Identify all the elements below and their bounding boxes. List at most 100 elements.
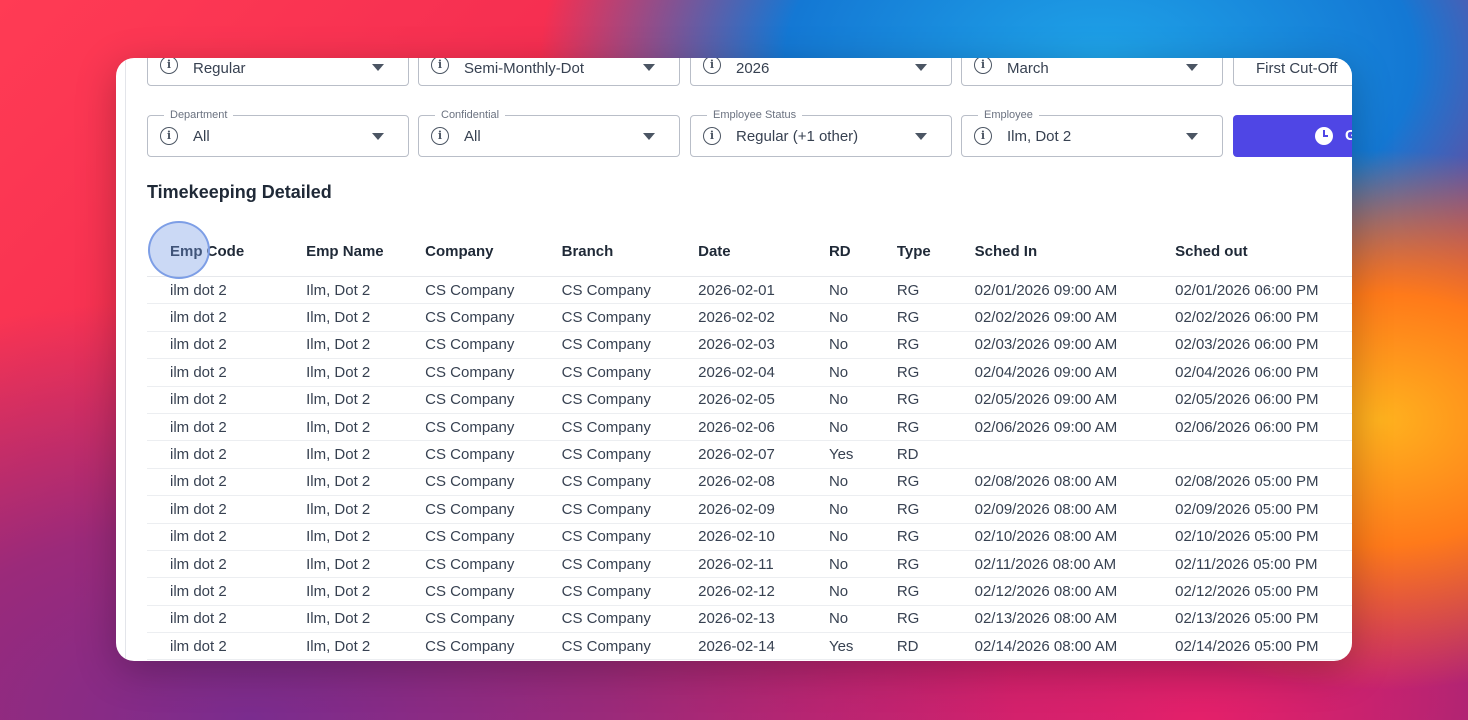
cell-emp-code: ilm dot 2 (147, 386, 307, 414)
cell-emp-code: ilm dot 2 (147, 413, 307, 442)
cell-rd: No (828, 523, 897, 551)
cell-rd: No (828, 605, 897, 634)
cell-branch: CS Company (561, 577, 699, 606)
cell-sched-in: 02/06/2026 09:00 AM (974, 413, 1176, 442)
cell-emp-name: Ilm, Dot 2 (306, 605, 426, 634)
column-header-sched-out[interactable]: Sched out (1175, 226, 1352, 277)
table-row[interactable]: ilm dot 2 Ilm, Dot 2 CS Company CS Company 2… (147, 632, 1352, 661)
year-value: 2026 (736, 60, 770, 77)
cell-emp-code: ilm dot 2 (147, 577, 307, 606)
clock-icon (1315, 127, 1333, 145)
cell-emp-code: ilm dot 2 (147, 605, 307, 634)
info-icon: i (160, 127, 178, 145)
cell-company: CS Company (425, 605, 562, 634)
cell-type: RG (896, 468, 975, 497)
table-row[interactable]: ilm dot 2 Ilm, Dot 2 CS Company CS Company 2… (147, 605, 1352, 634)
table-row[interactable]: ilm dot 2 Ilm, Dot 2 CS Company CS Company 2… (147, 413, 1352, 442)
chevron-down-icon (915, 133, 927, 140)
chevron-down-icon (1186, 64, 1198, 71)
cell-rd: No (828, 550, 897, 579)
column-header-date[interactable]: Date (698, 226, 829, 277)
table-row[interactable]: ilm dot 2 Ilm, Dot 2 CS Company CS Company 2… (147, 386, 1352, 414)
cell-type: RG (896, 550, 975, 579)
employee-select[interactable]: Employee i Ilm, Dot 2 (961, 108, 1223, 157)
employee-status-label: Employee Status (707, 108, 803, 122)
department-value: All (193, 128, 210, 145)
column-header-company[interactable]: Company (425, 226, 562, 277)
cell-date: 2026-02-02 (698, 303, 829, 332)
cell-emp-code: ilm dot 2 (147, 550, 307, 579)
cell-emp-code: ilm dot 2 (147, 632, 307, 661)
cell-company: CS Company (425, 276, 562, 305)
cell-sched-out: 02/08/2026 05:00 PM (1175, 468, 1352, 497)
cell-emp-name: Ilm, Dot 2 (306, 276, 426, 305)
cell-company: CS Company (425, 632, 562, 661)
payroll-type-select[interactable]: i Regular (147, 58, 409, 86)
pay-frequency-select[interactable]: i Semi-Monthly-Dot (418, 58, 680, 86)
confidential-label: Confidential (435, 108, 506, 122)
table-row[interactable]: ilm dot 2 Ilm, Dot 2 CS Company CS Company 2… (147, 577, 1352, 606)
generate-button[interactable]: G (1233, 115, 1352, 157)
column-header-branch[interactable]: Branch (561, 226, 699, 277)
table-row[interactable]: ilm dot 2 Ilm, Dot 2 CS Company CS Company 2… (147, 276, 1352, 305)
cell-emp-code: ilm dot 2 (147, 331, 307, 360)
cell-emp-code: ilm dot 2 (147, 303, 307, 332)
confidential-select[interactable]: Confidential i All (418, 108, 680, 157)
table-row[interactable]: ilm dot 2 Ilm, Dot 2 CS Company CS Company 2… (147, 523, 1352, 551)
year-select[interactable]: i 2026 (690, 58, 952, 86)
column-header-rd[interactable]: RD (828, 226, 897, 277)
table-row[interactable]: ilm dot 2 Ilm, Dot 2 CS Company CS Company 2… (147, 331, 1352, 360)
info-icon: i (160, 58, 178, 74)
table-row[interactable]: ilm dot 2 Ilm, Dot 2 CS Company CS Company 2… (147, 440, 1352, 469)
cell-date: 2026-02-09 (698, 495, 829, 524)
cell-branch: CS Company (561, 331, 699, 360)
cell-sched-in: 02/12/2026 08:00 AM (974, 577, 1176, 606)
table-row[interactable]: ilm dot 2 Ilm, Dot 2 CS Company CS Company 2… (147, 550, 1352, 579)
column-header-sched-in[interactable]: Sched In (974, 226, 1176, 277)
timekeeping-table: Emp Code Emp Name Company Branch Date RD… (147, 226, 1352, 661)
cell-branch: CS Company (561, 468, 699, 497)
cutoff-select[interactable]: First Cut-Off (1233, 58, 1352, 86)
cell-date: 2026-02-01 (698, 276, 829, 305)
cell-type: RG (896, 303, 975, 332)
chevron-down-icon (915, 64, 927, 71)
cell-date: 2026-02-13 (698, 605, 829, 634)
table-row[interactable]: ilm dot 2 Ilm, Dot 2 CS Company CS Company 2… (147, 303, 1352, 332)
month-select[interactable]: i March (961, 58, 1223, 86)
cell-date: 2026-02-04 (698, 358, 829, 387)
cell-sched-out: 02/12/2026 05:00 PM (1175, 577, 1352, 606)
cell-type: RG (896, 605, 975, 634)
cell-branch: CS Company (561, 523, 699, 551)
cell-branch: CS Company (561, 632, 699, 661)
cell-emp-code: ilm dot 2 (147, 468, 307, 497)
cell-company: CS Company (425, 386, 562, 414)
cell-branch: CS Company (561, 276, 699, 305)
table-row[interactable]: ilm dot 2 Ilm, Dot 2 CS Company CS Company 2… (147, 468, 1352, 497)
cell-sched-out (1175, 440, 1352, 469)
cell-date: 2026-02-12 (698, 577, 829, 606)
cell-rd: No (828, 495, 897, 524)
generate-button-label: G (1345, 127, 1352, 144)
cell-emp-name: Ilm, Dot 2 (306, 495, 426, 524)
cell-emp-name: Ilm, Dot 2 (306, 468, 426, 497)
cell-sched-out: 02/01/2026 06:00 PM (1175, 276, 1352, 305)
department-select[interactable]: Department i All (147, 108, 409, 157)
cell-sched-out: 02/10/2026 05:00 PM (1175, 523, 1352, 551)
column-header-emp-code[interactable]: Emp Code (147, 226, 307, 277)
column-header-emp-name[interactable]: Emp Name (306, 226, 426, 277)
cell-rd: No (828, 331, 897, 360)
cell-sched-in: 02/09/2026 08:00 AM (974, 495, 1176, 524)
cell-sched-out: 02/06/2026 06:00 PM (1175, 413, 1352, 442)
chevron-down-icon (643, 133, 655, 140)
table-row[interactable]: ilm dot 2 Ilm, Dot 2 CS Company CS Company 2… (147, 495, 1352, 524)
cell-sched-out: 02/09/2026 05:00 PM (1175, 495, 1352, 524)
table-row[interactable]: ilm dot 2 Ilm, Dot 2 CS Company CS Company 2… (147, 358, 1352, 387)
cell-emp-name: Ilm, Dot 2 (306, 386, 426, 414)
cell-rd: No (828, 413, 897, 442)
cell-company: CS Company (425, 550, 562, 579)
employee-status-select[interactable]: Employee Status i Regular (+1 other) (690, 108, 952, 157)
info-icon: i (431, 58, 449, 74)
cell-emp-name: Ilm, Dot 2 (306, 550, 426, 579)
column-header-type[interactable]: Type (896, 226, 975, 277)
cell-type: RG (896, 331, 975, 360)
